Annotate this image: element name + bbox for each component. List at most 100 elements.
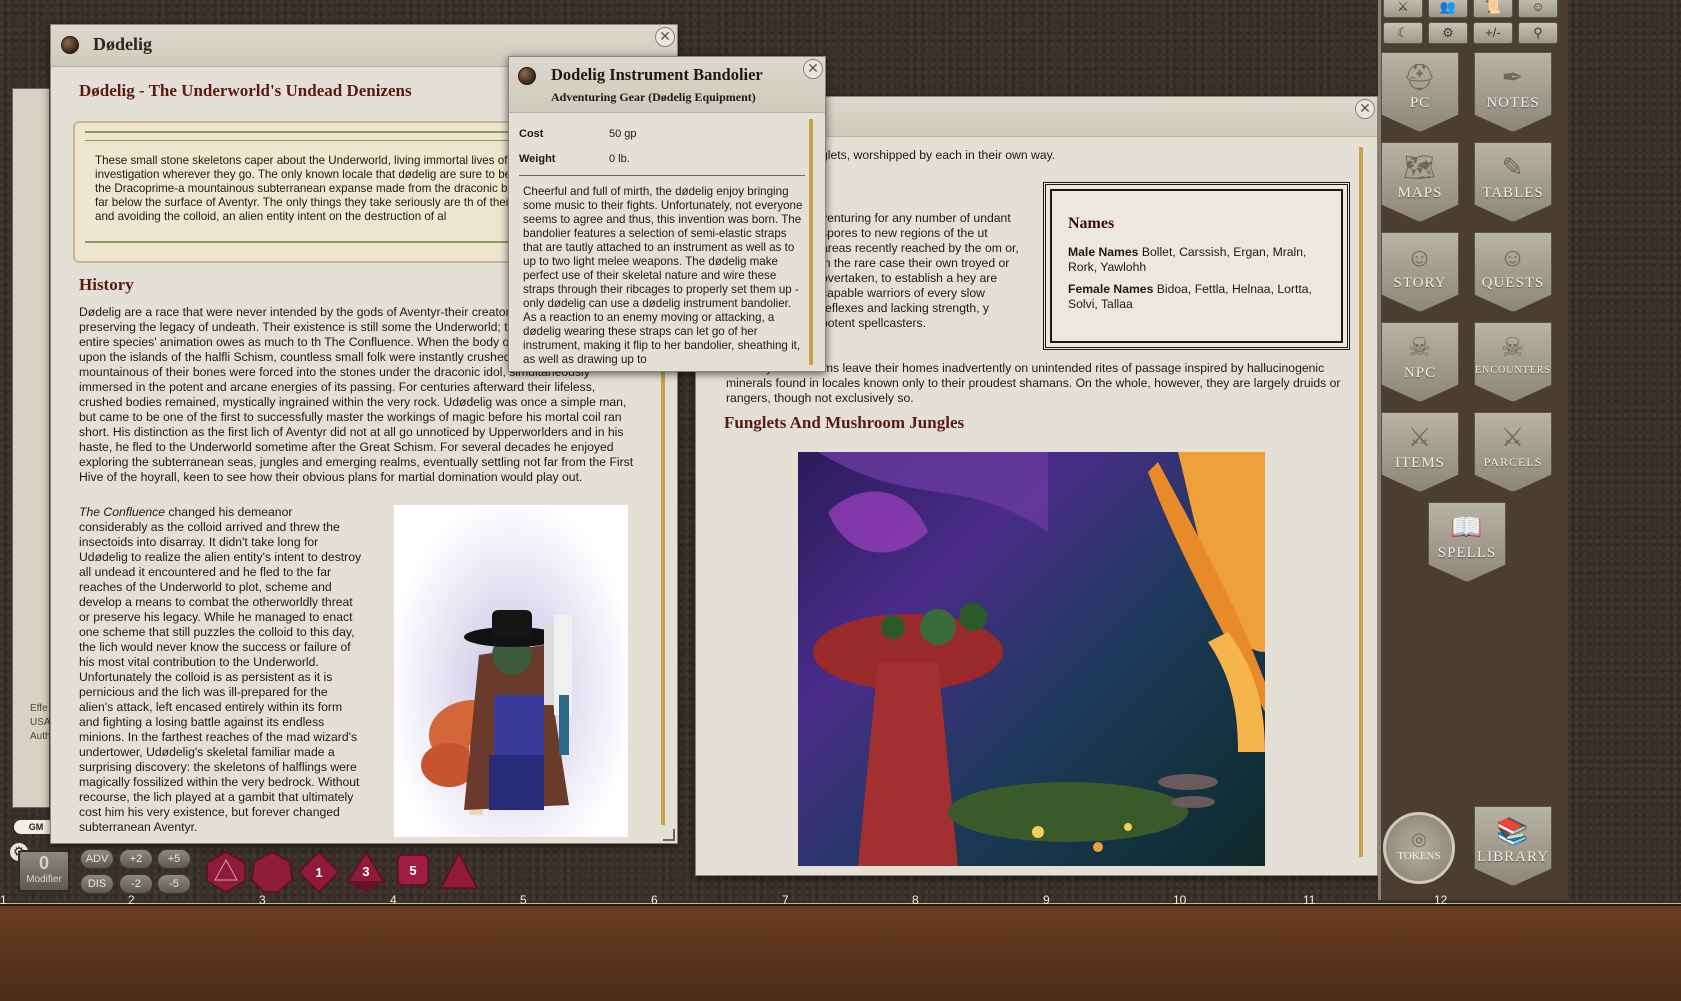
popup-header: Dodelig Instrument Bandolier Adventuring…: [509, 57, 825, 113]
ruler-number: 2: [128, 893, 135, 907]
spellbook-icon: 📖: [1450, 513, 1484, 542]
fragment-line: Auth: [30, 731, 51, 742]
ruler-number: 3: [259, 893, 266, 907]
ruler-number: 7: [782, 893, 789, 907]
ruler-number: 4: [390, 893, 397, 907]
section-heading-funglets: Funglets And Mushroom Jungles: [724, 413, 965, 432]
dodelig-illustration: [394, 505, 628, 837]
ruler-number: 11: [1303, 893, 1316, 907]
boxed-text-panel: These small stone skeletons caper about …: [73, 121, 533, 263]
d6-icon[interactable]: 5: [395, 852, 431, 888]
ruler-number: 9: [1043, 893, 1050, 907]
masks-icon: ☺: [1499, 243, 1527, 272]
scroll-icon[interactable]: 📜: [1473, 0, 1513, 18]
modifiers-icon[interactable]: +/-: [1473, 22, 1513, 44]
plus2-button[interactable]: +2: [119, 849, 153, 869]
armor-sword-icon: ⚔: [1407, 423, 1433, 452]
confluence-italic: The Confluence: [79, 505, 166, 519]
resize-handle[interactable]: [663, 829, 675, 841]
window-title: Dødelig: [93, 34, 153, 54]
sidebar-button-label: SPELLS: [1437, 545, 1497, 561]
ruler-number: 8: [912, 893, 919, 907]
moon-icon[interactable]: ☾: [1383, 22, 1423, 44]
confluence-text: changed his demeanor considerably as the…: [79, 505, 362, 834]
dodelig-figure-svg: [421, 610, 572, 815]
sidebar-button-label: LIBRARY: [1476, 849, 1549, 865]
page-heading: Dødelig - The Underworld's Undead Denize…: [79, 81, 412, 100]
confluence-paragraph: The Confluence changed his demeanor cons…: [79, 505, 364, 835]
sidebar-button-label: STORY: [1393, 275, 1447, 291]
female-names-label: Female Names: [1068, 282, 1154, 296]
token-icon: ◎: [1411, 829, 1427, 849]
cost-row: Cost: [519, 128, 543, 140]
left-frame: [12, 88, 50, 808]
modifier-value: 0: [38, 853, 49, 873]
ruler-ticks: [0, 888, 1681, 904]
d8-label: 3: [362, 864, 369, 879]
figure-icon[interactable]: ⚲: [1518, 22, 1558, 44]
sidebar-button-tokens[interactable]: ◎ TOKENS: [1383, 812, 1455, 884]
top-fragment-text: glets, worshipped by each in their own w…: [821, 148, 1056, 162]
demon-icon: ☠: [1407, 333, 1433, 362]
adv-button[interactable]: ADV: [80, 849, 114, 869]
sidebar-button-label: MAPS: [1397, 185, 1443, 201]
ornament-bottom: [85, 241, 531, 247]
book-icon: 📚: [1496, 817, 1530, 846]
table-quill-icon: ✎: [1501, 153, 1525, 182]
ruler-number: 1: [0, 893, 7, 907]
fragment-line: Effe: [30, 703, 48, 714]
d10-label: 1: [315, 865, 322, 880]
ruler-bar: [0, 904, 1681, 1001]
left-frame-fragment: Effe USA Auth: [30, 702, 51, 744]
d6-label: 5: [409, 863, 416, 878]
male-names: Male Names Bollet, Carssish, Ergan, Mral…: [1068, 245, 1338, 275]
left-column-text: venturing for any number of undant spore…: [821, 211, 1019, 330]
ruler-number: 12: [1434, 893, 1448, 907]
popup-divider: [519, 175, 805, 176]
gear-icon[interactable]: ⚙: [1428, 22, 1468, 44]
item-popup-window[interactable]: Dodelig Instrument Bandolier Adventuring…: [508, 56, 826, 372]
sidebar-button-label: NOTES: [1486, 95, 1540, 111]
combat-icon[interactable]: ⚔: [1383, 0, 1423, 18]
helmet-icon: ⛑: [1402, 63, 1437, 92]
map-icon: 🗺: [1402, 153, 1437, 182]
party-icon[interactable]: 👥: [1428, 0, 1468, 18]
jungle-svg: [813, 452, 1265, 866]
sidebar-button-label: ITEMS: [1395, 455, 1445, 471]
weight-label: Weight: [519, 153, 556, 165]
sidebar-button-label: TOKENS: [1397, 850, 1441, 862]
section-heading-history: History: [79, 275, 134, 294]
scrollbar[interactable]: [809, 119, 813, 365]
close-icon[interactable]: ✕: [803, 59, 823, 79]
window-bullet-icon: [518, 67, 536, 85]
ruler-number: 10: [1173, 893, 1187, 907]
ruler-number: 5: [520, 893, 527, 907]
weight-row: Weight: [519, 153, 555, 165]
masks-icon: ☺: [1406, 243, 1434, 272]
window-bullet-icon: [61, 36, 79, 54]
plus5-button[interactable]: +5: [157, 849, 191, 869]
ruler-number: 6: [651, 893, 658, 907]
ornament-top: [85, 131, 531, 141]
sidebar-button-label: NPC: [1403, 365, 1437, 381]
fragment-line: USA: [30, 717, 51, 728]
close-icon[interactable]: ✕: [655, 27, 675, 47]
mushroom-jungle-illustration: [798, 452, 1265, 866]
popup-subtitle: Adventuring Gear (Dødelig Equipment): [551, 90, 756, 104]
sidebar-button-label: PC: [1409, 95, 1431, 111]
sidebar-button-label: QUESTS: [1481, 275, 1545, 291]
armor-sword-icon: ⚔: [1500, 423, 1526, 452]
cost-value: 50 gp: [609, 128, 637, 140]
sidebar-button-label: ENCOUNTERS: [1475, 365, 1552, 376]
scrollbar[interactable]: [1359, 147, 1363, 857]
close-icon[interactable]: ✕: [1355, 99, 1375, 119]
popup-title: Dodelig Instrument Bandolier: [551, 65, 763, 84]
quill-icon: ✒: [1501, 63, 1525, 92]
female-names: Female Names Bidoa, Fettla, Helnaa, Lort…: [1068, 282, 1338, 312]
modifier-box[interactable]: 0 Modifier: [18, 850, 70, 892]
sidebar-button-label: TABLES: [1482, 185, 1544, 201]
male-names-label: Male Names: [1068, 245, 1139, 259]
demon-icon: ☠: [1500, 333, 1526, 362]
popup-description: Cheerful and full of mirth, the dødelig …: [523, 185, 803, 366]
emote-icon[interactable]: ☺: [1518, 0, 1558, 18]
